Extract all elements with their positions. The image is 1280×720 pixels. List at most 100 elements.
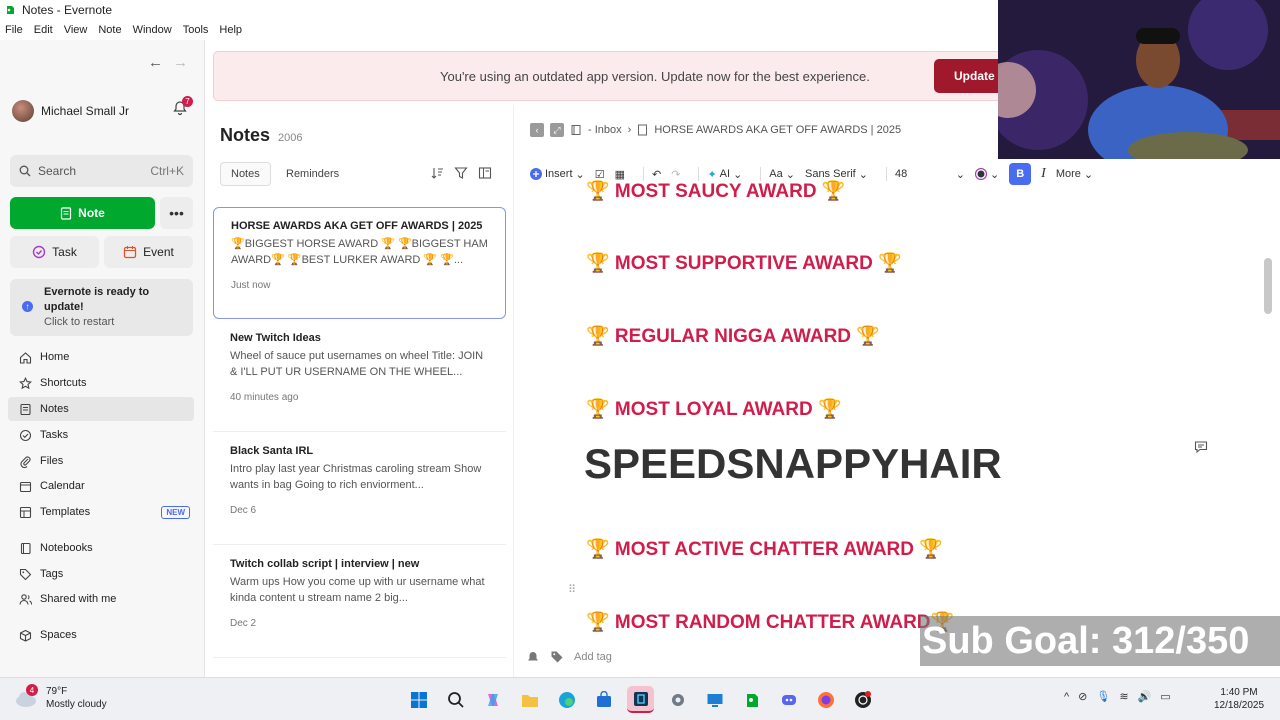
note-card-title: Twitch collab script | interview | new [230, 558, 420, 570]
copilot-icon[interactable] [479, 686, 506, 713]
discord-icon[interactable] [775, 686, 802, 713]
taskbar: 4 79°F Mostly cloudy ^ ⊘ 🎙 ≋ 🔊 ▭ 1:40 PM… [0, 677, 1280, 720]
new-task-label: Task [52, 245, 77, 259]
menu-tools[interactable]: Tools [183, 24, 209, 36]
new-note-button[interactable]: Note [10, 197, 155, 229]
search-shortcut: Ctrl+K [150, 164, 184, 178]
edge-browser-icon[interactable] [553, 686, 580, 713]
battery-icon[interactable]: ▭ [1160, 690, 1170, 703]
new-event-button[interactable]: Event [104, 236, 193, 268]
paperclip-icon [18, 454, 32, 468]
settings-gear-icon[interactable] [664, 686, 691, 713]
note-card[interactable]: New Twitch Ideas Wheel of sauce put user… [213, 320, 506, 432]
breadcrumb-note: HORSE AWARDS AKA GET OFF AWARDS | 2025 [654, 124, 902, 136]
menu-note[interactable]: Note [98, 24, 121, 36]
sidebar-item-notebooks[interactable]: Notebooks [8, 536, 194, 560]
collapse-icon[interactable]: ‹ [530, 123, 544, 137]
avatar[interactable] [12, 100, 34, 122]
add-tag-input[interactable]: Add tag [574, 651, 612, 663]
sidebar-item-tags[interactable]: Tags [8, 562, 194, 586]
sidebar-item-label: Home [40, 351, 70, 363]
update-ready-card[interactable]: ↑ Evernote is ready to update! Click to … [10, 279, 193, 336]
stream-app-icon[interactable] [627, 686, 654, 713]
layout-icon[interactable] [478, 166, 492, 180]
tab-notes[interactable]: Notes [220, 162, 271, 186]
system-tray: ^ ⊘ 🎙 ≋ 🔊 ▭ [1064, 690, 1171, 704]
award-line: 🏆 REGULAR NIGGA AWARD 🏆 [586, 326, 880, 347]
store-icon[interactable] [590, 686, 617, 713]
windows-start-icon[interactable] [405, 686, 432, 713]
title-bar: Notes - Evernote [0, 0, 1000, 20]
sidebar-item-shared[interactable]: Shared with me [8, 587, 194, 611]
expand-icon[interactable]: ⤢ [550, 123, 564, 137]
note-body[interactable]: 🏆 MOST SAUCY AWARD 🏆 🏆 MOST SUPPORTIVE A… [514, 175, 1264, 645]
speaker-icon[interactable]: 🔊 [1138, 690, 1152, 703]
sidebar-item-calendar[interactable]: Calendar [8, 474, 194, 498]
obs-icon[interactable] [849, 686, 876, 713]
firefox-icon[interactable] [812, 686, 839, 713]
sidebar-item-templates[interactable]: Templates NEW [8, 500, 194, 524]
chevron-right-icon: › [627, 124, 632, 136]
sidebar-item-files[interactable]: Files [8, 449, 194, 473]
tab-reminders[interactable]: Reminders [276, 162, 349, 186]
search-input[interactable]: Search Ctrl+K [10, 155, 193, 187]
wifi-icon[interactable]: ≋ [1119, 690, 1128, 703]
notebook-icon [18, 541, 32, 555]
note-card-snippet: Warm ups How you come up with ur usernam… [230, 576, 485, 604]
note-card-snippet: 🏆BIGGEST HORSE AWARD 🏆 🏆BIGGEST HAM AWAR… [231, 238, 488, 266]
sidebar-item-tasks[interactable]: Tasks [8, 423, 194, 447]
forward-arrow-icon[interactable]: → [173, 54, 188, 71]
filter-icon[interactable] [454, 166, 468, 180]
webcam-video-image [998, 0, 1280, 159]
sort-icon[interactable] [430, 166, 444, 180]
sidebar-item-label: Shortcuts [40, 377, 87, 389]
weather-condition: Mostly cloudy [46, 699, 107, 710]
breadcrumb-notebook[interactable]: - Inbox [588, 124, 622, 136]
remote-desktop-icon[interactable] [701, 686, 728, 713]
reminder-bell-icon[interactable] [526, 650, 540, 664]
sidebar-item-spaces[interactable]: Spaces [8, 623, 194, 647]
drag-handle-icon[interactable]: ⠿ [568, 583, 576, 596]
menu-edit[interactable]: Edit [34, 24, 53, 36]
note-icon [638, 124, 648, 136]
clock[interactable]: 1:40 PM 12/18/2025 [1206, 686, 1272, 712]
award-line: 🏆 MOST LOYAL AWARD 🏆 [586, 399, 842, 420]
note-card[interactable]: Black Santa IRL Intro play last year Chr… [213, 433, 506, 545]
network-off-icon[interactable]: ⊘ [1078, 690, 1087, 703]
microphone-icon[interactable]: 🎙 [1096, 690, 1110, 703]
tag-icon[interactable] [550, 650, 564, 664]
menu-file[interactable]: File [5, 24, 23, 36]
new-task-button[interactable]: Task [10, 236, 99, 268]
evernote-taskbar-icon[interactable] [738, 686, 765, 713]
file-explorer-icon[interactable] [516, 686, 543, 713]
user-name[interactable]: Michael Small Jr [41, 104, 129, 118]
search-icon[interactable] [442, 686, 469, 713]
weather-widget[interactable]: 4 79°F Mostly cloudy [14, 684, 107, 711]
note-card-date: Just now [231, 280, 271, 291]
more-options-button[interactable]: ••• [160, 197, 193, 229]
sidebar-item-home[interactable]: Home [8, 345, 194, 369]
menu-window[interactable]: Window [133, 24, 172, 36]
note-card[interactable]: Twitch collab script | interview | new W… [213, 546, 506, 658]
note-card-date: Dec 6 [230, 505, 257, 516]
note-card-snippet: Wheel of sauce put usernames on wheel Ti… [230, 350, 484, 378]
chevron-up-icon[interactable]: ^ [1064, 691, 1069, 703]
sidebar-item-label: Calendar [40, 480, 85, 492]
user-menu[interactable]: Michael Small Jr 7 [12, 96, 193, 122]
menu-bar: File Edit View Note Window Tools Help [0, 20, 1000, 40]
search-icon [19, 165, 31, 177]
note-editor: ‹ ⤢ - Inbox › HORSE AWARDS AKA GET OFF A… [513, 105, 1280, 677]
back-arrow-icon[interactable]: ← [148, 54, 163, 71]
check-circle-icon [18, 428, 32, 442]
note-card[interactable]: HORSE AWARDS AKA GET OFF AWARDS | 2025 🏆… [213, 207, 506, 319]
sidebar-item-notes[interactable]: Notes [8, 397, 194, 421]
menu-view[interactable]: View [64, 24, 88, 36]
scrollbar[interactable] [1264, 258, 1272, 314]
sidebar-item-shortcuts[interactable]: Shortcuts [8, 371, 194, 395]
comment-icon[interactable] [1194, 440, 1208, 459]
award-line: 🏆 MOST SUPPORTIVE AWARD 🏆 [586, 253, 902, 274]
notifications-button[interactable]: 7 [172, 96, 193, 118]
menu-help[interactable]: Help [219, 24, 242, 36]
weather-badge: 4 [26, 684, 38, 696]
notes-icon [18, 402, 32, 416]
